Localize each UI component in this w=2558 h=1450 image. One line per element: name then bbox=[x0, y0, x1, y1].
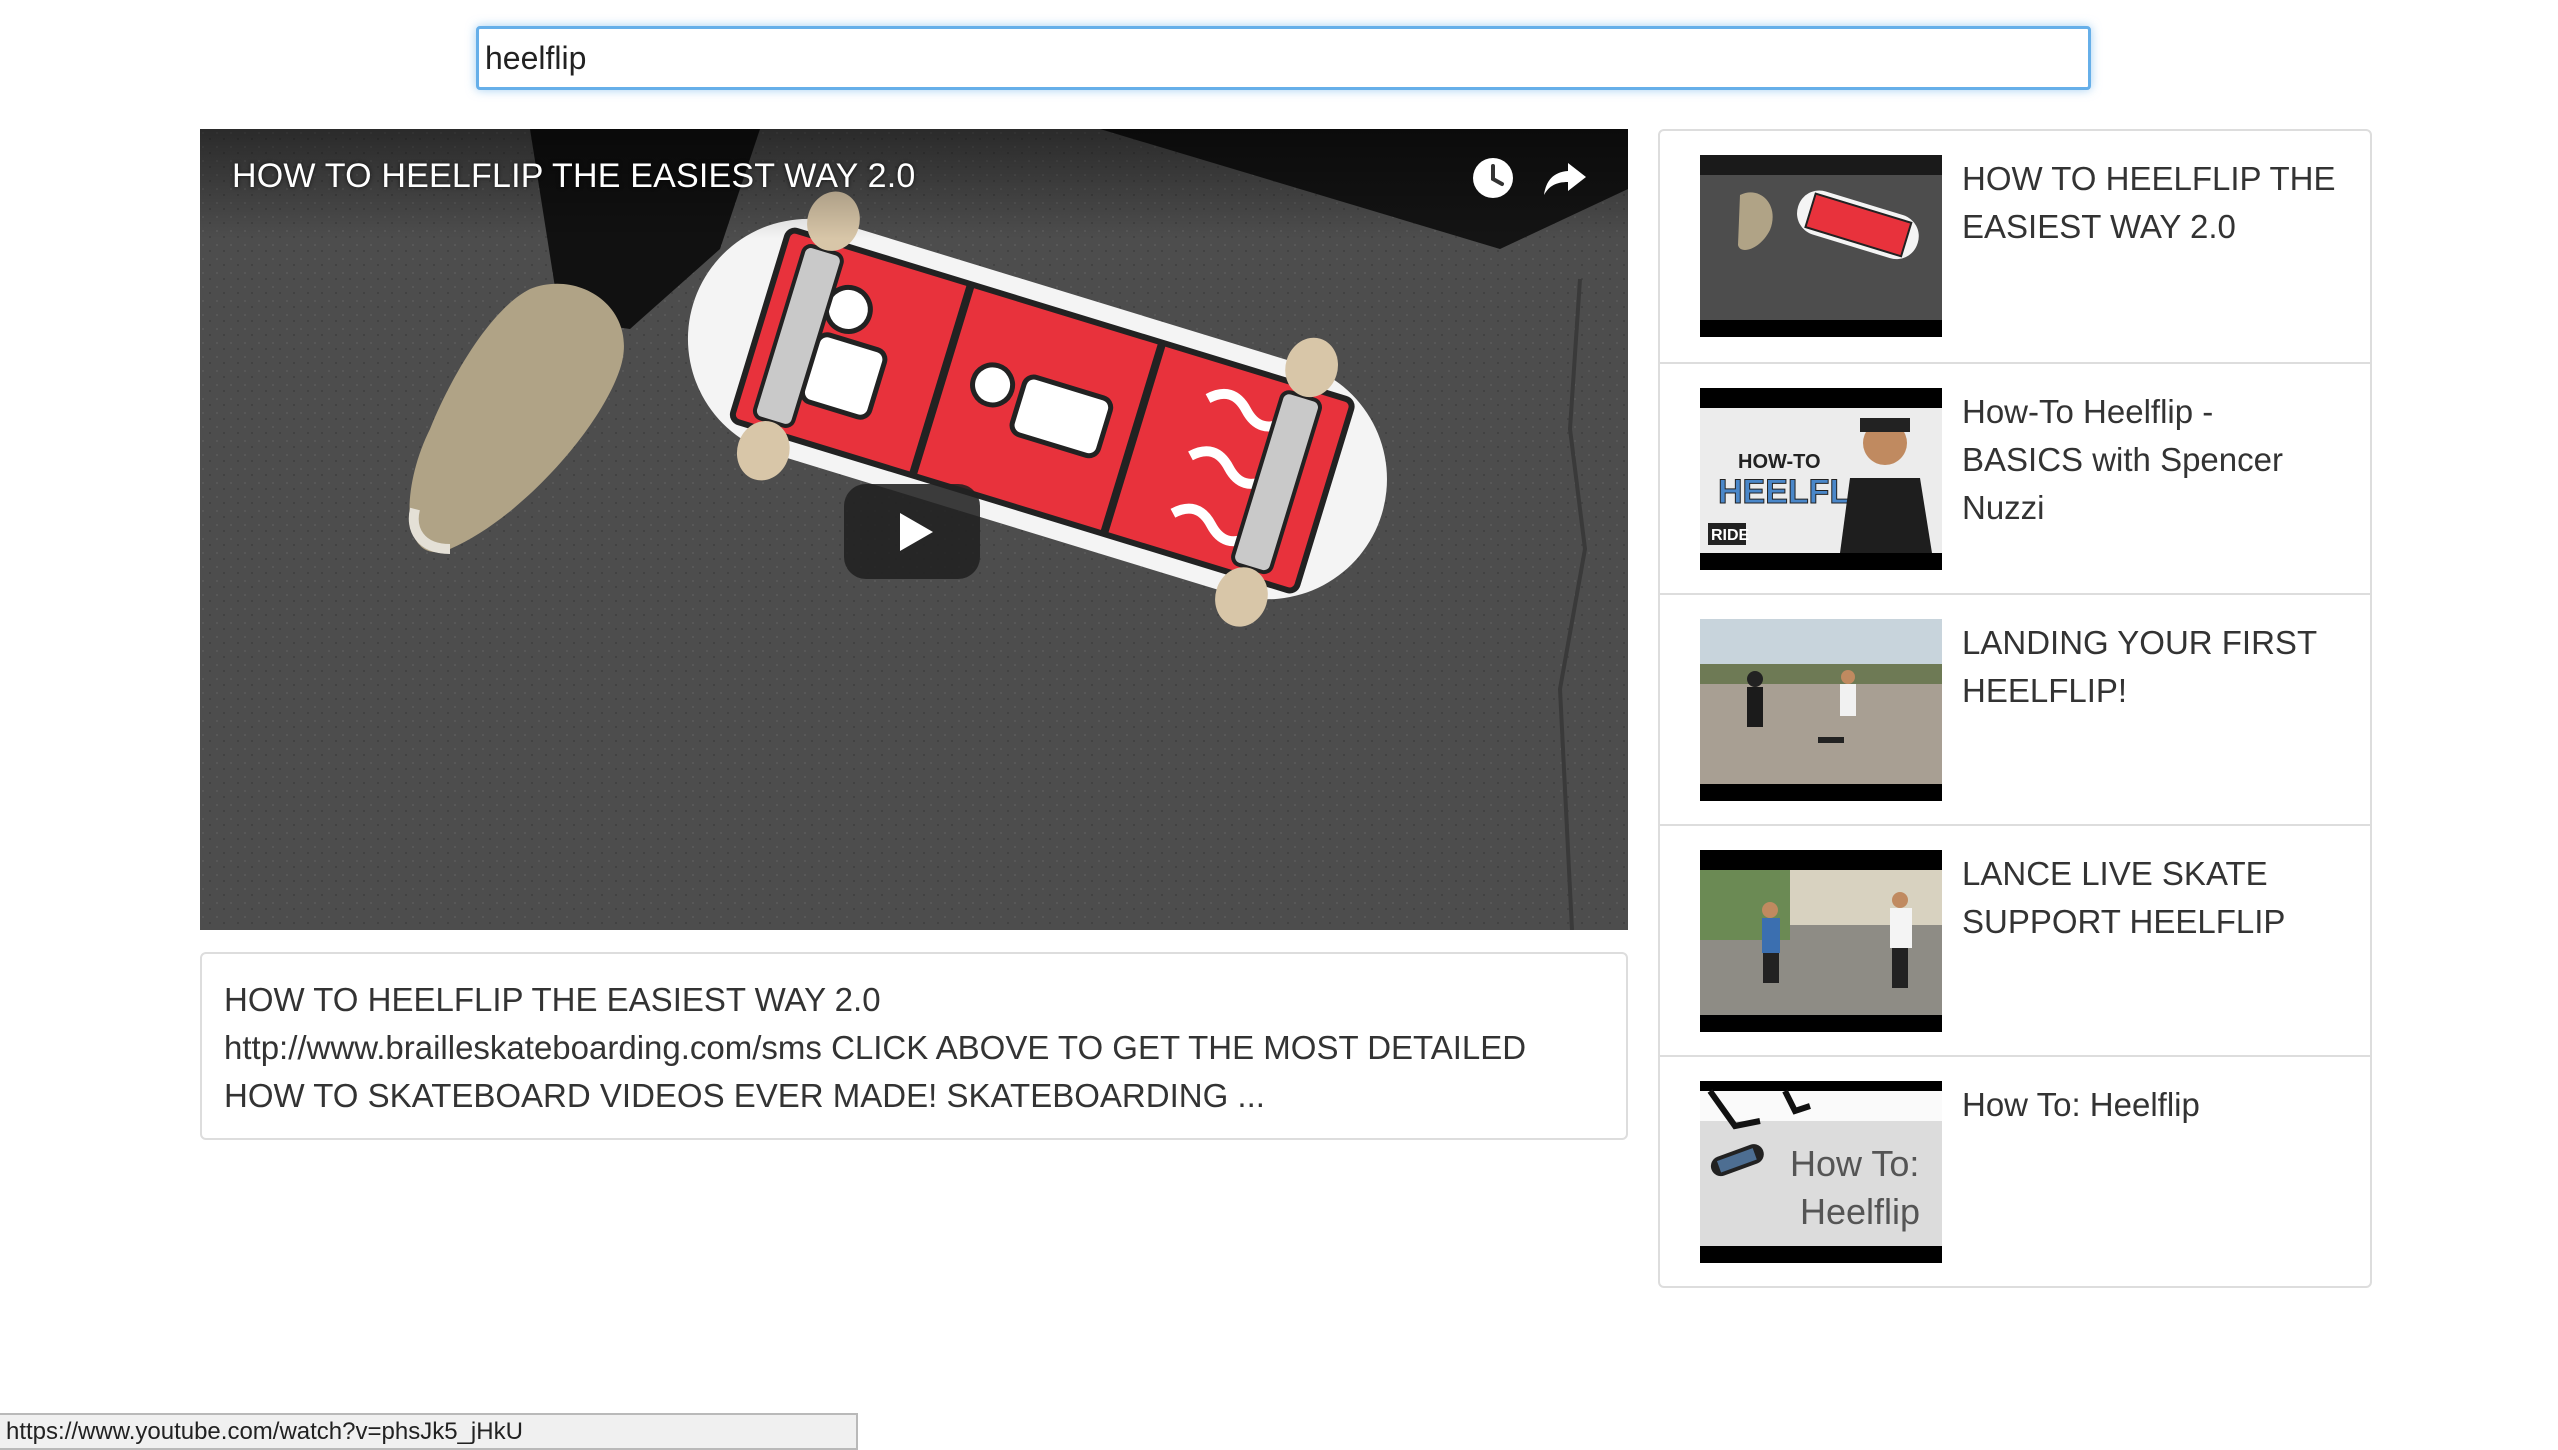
search-bar bbox=[476, 26, 2091, 90]
link-status-bar: https://www.youtube.com/watch?v=phsJk5_j… bbox=[0, 1413, 858, 1450]
search-input[interactable] bbox=[476, 26, 2091, 90]
description-body: http://www.brailleskateboarding.com/sms … bbox=[224, 1029, 1527, 1114]
result-title: LANDING YOUR FIRST HEELFLIP! bbox=[1962, 624, 2317, 709]
thumb-text-heelflip: Heelflip bbox=[1800, 1191, 1920, 1232]
player-title: HOW TO HEELFLIP THE EASIEST WAY 2.0 bbox=[232, 157, 916, 195]
video-player[interactable]: HOW TO HEELFLIP THE EASIEST WAY 2.0 bbox=[200, 129, 1628, 930]
result-item[interactable]: How To: Heelflip How To: Heelflip bbox=[1660, 1055, 2370, 1286]
description-title: HOW TO HEELFLIP THE EASIEST WAY 2.0 bbox=[224, 981, 881, 1018]
share-icon[interactable] bbox=[1540, 153, 1590, 203]
result-thumbnail bbox=[1700, 155, 1942, 337]
thumb-text-howto: HOW-TO bbox=[1738, 451, 1821, 473]
play-icon[interactable] bbox=[844, 484, 980, 579]
result-title: How-To Heelflip - BASICS with Spencer Nu… bbox=[1962, 393, 2283, 526]
thumb-text-howto: How To: bbox=[1790, 1143, 1919, 1184]
result-item[interactable]: HOW-TO HEELFLIP RIDE How-To Heelflip - B… bbox=[1660, 362, 2370, 593]
result-title: How To: Heelflip bbox=[1962, 1086, 2200, 1123]
result-title: LANCE LIVE SKATE SUPPORT HEELFLIP bbox=[1962, 855, 2286, 940]
watch-later-icon[interactable] bbox=[1468, 153, 1518, 203]
result-item[interactable]: LANCE LIVE SKATE SUPPORT HEELFLIP bbox=[1660, 824, 2370, 1055]
result-title: HOW TO HEELFLIP THE EASIEST WAY 2.0 bbox=[1962, 160, 2336, 245]
thumb-text-ride: RIDE bbox=[1711, 527, 1750, 544]
result-item[interactable]: HOW TO HEELFLIP THE EASIEST WAY 2.0 bbox=[1660, 131, 2370, 362]
result-thumbnail: How To: Heelflip bbox=[1700, 1081, 1942, 1263]
result-thumbnail bbox=[1700, 619, 1942, 801]
result-thumbnail: HOW-TO HEELFLIP RIDE bbox=[1700, 388, 1942, 570]
video-results-list: HOW TO HEELFLIP THE EASIEST WAY 2.0 HOW-… bbox=[1658, 129, 2372, 1288]
video-description: HOW TO HEELFLIP THE EASIEST WAY 2.0 http… bbox=[200, 952, 1628, 1140]
result-item[interactable]: LANDING YOUR FIRST HEELFLIP! bbox=[1660, 593, 2370, 824]
result-thumbnail bbox=[1700, 850, 1942, 1032]
